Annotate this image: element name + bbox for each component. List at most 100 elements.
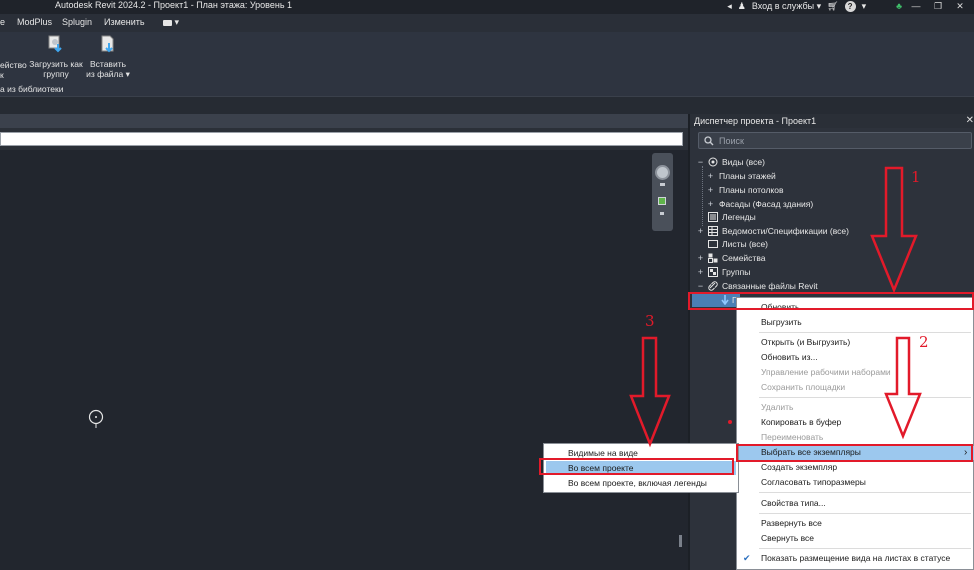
menu-item-unload[interactable]: Выгрузить <box>761 316 802 329</box>
annotation-number-3: 3 <box>645 312 655 330</box>
insert-from-file-button[interactable]: Вставить из файла ▾ <box>86 34 130 79</box>
menu-item-match-types[interactable]: Согласовать типоразмеры <box>761 476 866 489</box>
annotation-arrow-3 <box>629 336 671 448</box>
help-icon[interactable]: ? <box>844 0 856 12</box>
tree-label: Листы (все) <box>722 239 768 249</box>
legend-icon <box>708 212 718 222</box>
groups-icon <box>708 267 718 277</box>
annotation-box-2 <box>736 444 973 462</box>
menu-item-reload-from[interactable]: Обновить из... <box>761 351 818 364</box>
nav-dot-icon-2 <box>660 212 664 215</box>
project-browser-title-text: Диспетчер проекта - Проект1 <box>694 116 817 126</box>
insert-dropdown-icon[interactable]: ▾ <box>126 69 130 79</box>
link-icon <box>708 281 718 291</box>
load-family-button-partial[interactable]: ейство к <box>0 60 27 80</box>
menu-item-modplus[interactable]: ModPlus <box>17 17 52 27</box>
tree-label: Планы этажей <box>719 171 776 181</box>
expand-icon[interactable]: + <box>696 252 705 265</box>
project-browser-close-button[interactable]: ✕ <box>966 114 974 128</box>
menu-separator <box>759 548 971 549</box>
expand-icon[interactable]: + <box>706 198 715 211</box>
title-bar: Autodesk Revit 2024.2 - Проект1 - План э… <box>0 0 974 14</box>
tree-label: Виды (все) <box>722 157 765 167</box>
minimize-button[interactable]: — <box>908 1 924 11</box>
insert-file-icon <box>101 35 114 53</box>
annotation-number-1: 1 <box>911 168 921 186</box>
menu-separator <box>759 492 971 493</box>
project-browser-search-input[interactable]: Поиск <box>698 132 972 149</box>
annotation-number-2: 2 <box>919 333 929 351</box>
tree-label: Семейства <box>722 253 766 263</box>
load-as-group-button[interactable]: Загрузить как группу <box>28 34 84 79</box>
steering-wheel-icon[interactable] <box>655 165 670 180</box>
menu-separator <box>759 332 971 333</box>
ribbon: ейство к Загрузить как группу Вставить и… <box>0 32 974 96</box>
families-icon <box>708 253 718 263</box>
menu-item-splugin[interactable]: Splugin <box>62 17 92 27</box>
tree-label: Планы потолков <box>719 185 784 195</box>
load-group-label-2: группу <box>43 69 69 79</box>
scrollbar-thumb[interactable] <box>679 535 682 547</box>
menu-item-type-properties[interactable]: Свойства типа... <box>761 497 826 510</box>
app-icon[interactable]: ♣ <box>896 1 902 11</box>
user-icon[interactable]: ♟ <box>738 1 746 12</box>
menu-item-partial[interactable]: е <box>0 17 5 27</box>
menu-item-collapse-all[interactable]: Свернуть все <box>761 532 814 545</box>
menu-item-create-instance[interactable]: Создать экземпляр <box>761 461 837 474</box>
annotation-arrow-2 <box>884 336 922 440</box>
video-icon[interactable]: ▾ <box>163 17 179 28</box>
ribbon-panel-label: а из библиотеки <box>0 84 64 94</box>
collapse-icon[interactable]: − <box>696 156 705 169</box>
tree-label: Легенды <box>722 212 756 222</box>
checkmark-icon: ✔ <box>743 553 751 563</box>
view-input-field[interactable] <box>0 132 683 146</box>
annotation-arrow-1 <box>870 166 918 294</box>
close-button[interactable]: ✕ <box>952 1 968 12</box>
insert-label-1: Вставить <box>89 59 127 69</box>
restore-button[interactable]: ❐ <box>930 1 946 12</box>
navigation-bar[interactable] <box>652 153 673 231</box>
view-tab-bar <box>0 114 688 128</box>
ribbon-footer <box>0 96 974 114</box>
menu-item-modify[interactable]: Изменить <box>104 17 145 27</box>
menu-bar: е ModPlus Splugin Изменить ▾ <box>0 14 974 32</box>
menu-separator <box>759 513 971 514</box>
load-family-label-2: к <box>0 70 4 80</box>
expand-icon[interactable]: + <box>706 170 715 183</box>
menu-item-expand-all[interactable]: Развернуть все <box>761 517 822 530</box>
tree-label: Ведомости/Спецификации (все) <box>722 226 849 236</box>
sheet-icon <box>708 240 718 248</box>
elevation-marker-icon[interactable] <box>87 408 105 430</box>
search-placeholder: Поиск <box>719 136 744 146</box>
menu-item-copy-clipboard[interactable]: Копировать в буфер <box>761 416 841 429</box>
menu-item-manage-worksets: Управление рабочими наборами <box>761 367 891 377</box>
menu-item-open-unload[interactable]: Открыть (и Выгрузить) <box>761 336 850 349</box>
tree-guide-line <box>702 166 703 226</box>
views-icon <box>708 157 718 167</box>
annotation-box-3 <box>539 458 734 475</box>
submenu-item-entire-project-legends[interactable]: Во всем проекте, включая легенды <box>568 477 707 490</box>
tree-label: Группы <box>722 267 751 277</box>
expand-icon[interactable]: + <box>696 266 705 279</box>
drawing-canvas[interactable] <box>0 150 688 570</box>
menu-item-delete: Удалить <box>761 402 794 412</box>
project-browser-title: Диспетчер проекта - Проект1 ✕ <box>690 114 974 128</box>
load-group-icon <box>48 35 62 53</box>
cart-icon[interactable]: 🛒︎ <box>827 1 838 12</box>
tree-label: Фасады (Фасад здания) <box>719 199 814 209</box>
zoom-icon[interactable] <box>658 197 666 205</box>
back-arrow-icon[interactable]: ◂ <box>727 1 732 12</box>
signin-button[interactable]: Вход в службы ▾ <box>752 1 821 12</box>
menu-item-show-view-placement[interactable]: Показать размещение вида на листах в ста… <box>761 552 950 565</box>
menu-separator <box>759 397 971 398</box>
annotation-box-1 <box>688 292 974 310</box>
menu-item-save-positions: Сохранить площадки <box>761 382 846 392</box>
search-icon <box>704 136 714 146</box>
menu-item-rename: Переименовать <box>761 432 824 442</box>
nav-dot-icon <box>660 183 665 186</box>
annotation-dot <box>728 420 732 424</box>
window-title: Autodesk Revit 2024.2 - Проект1 - План э… <box>55 0 293 10</box>
expand-icon[interactable]: + <box>696 225 705 238</box>
expand-icon[interactable]: + <box>706 184 715 197</box>
help-dropdown-icon[interactable]: ▾ <box>862 1 867 12</box>
